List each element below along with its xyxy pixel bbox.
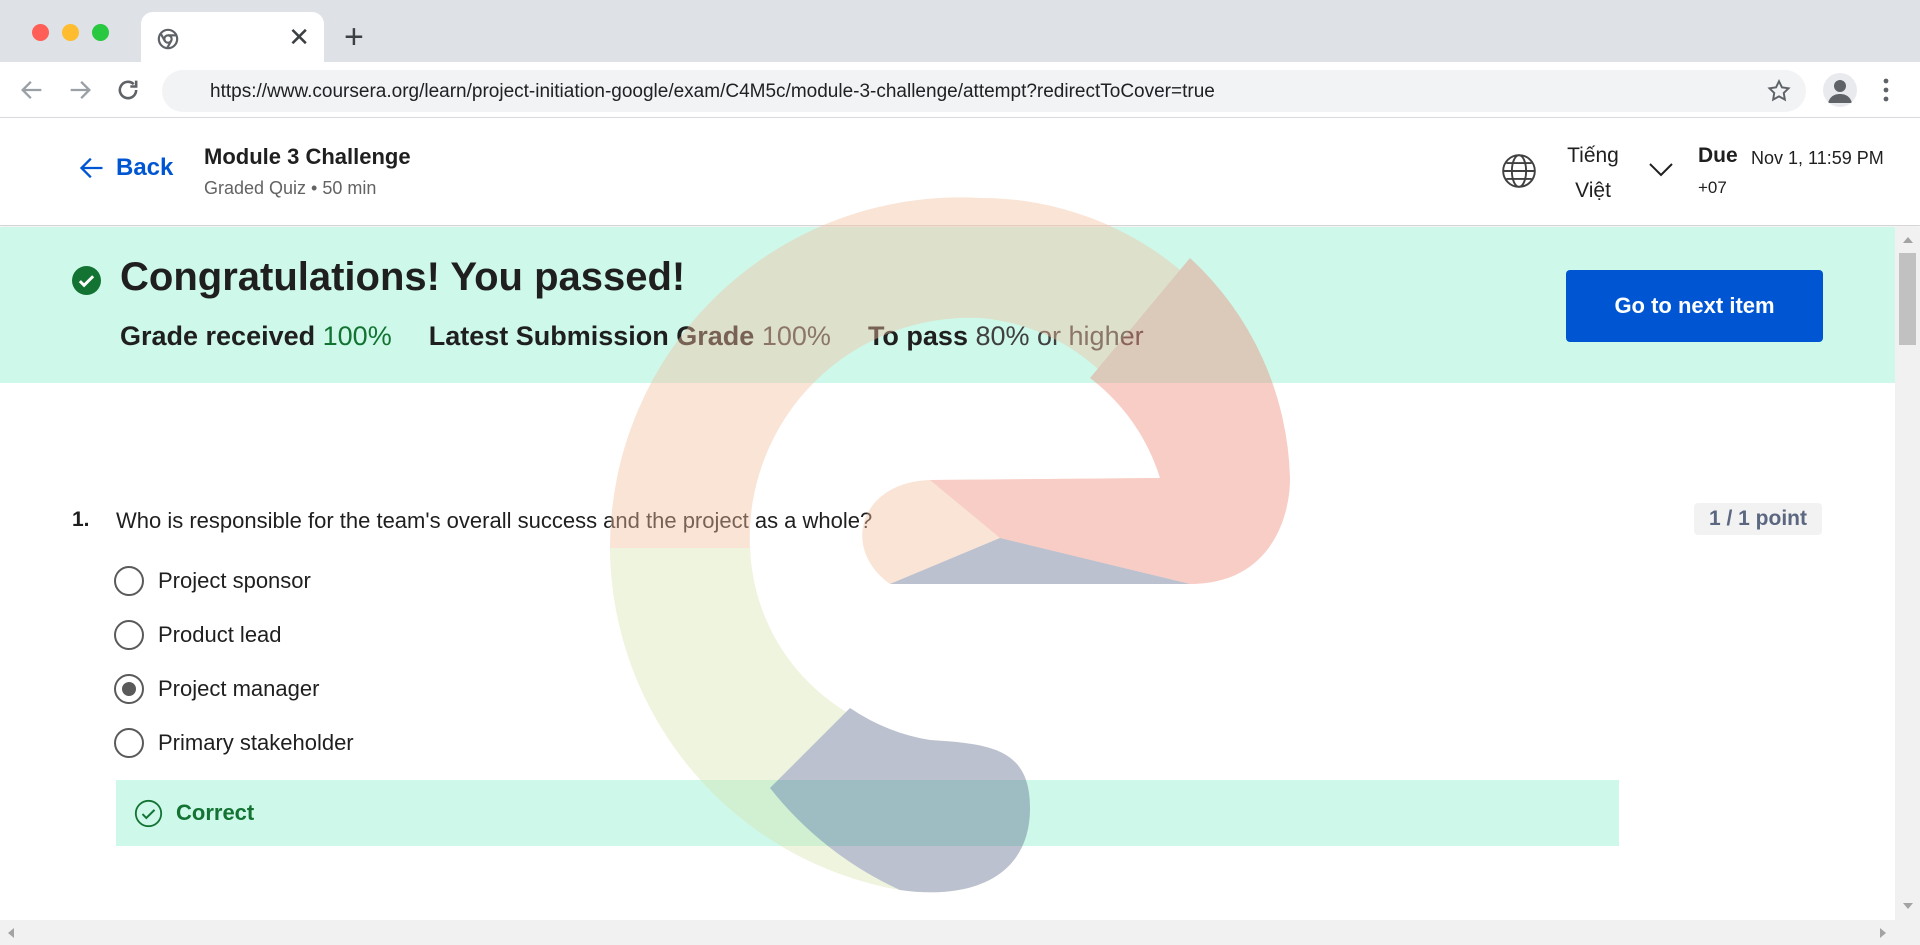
profile-avatar[interactable] [1823,73,1857,107]
forward-arrow-icon[interactable] [66,76,94,104]
language-line-1: Tiếng [1567,144,1619,167]
scroll-left-icon[interactable] [8,928,14,938]
browser-menu-icon[interactable] [1876,76,1896,104]
grade-received-label: Grade received [120,321,316,351]
due-label: Due [1698,144,1738,167]
latest-grade-label: Latest Submission Grade [428,321,755,351]
option-label: Project sponsor [158,568,311,593]
quiz-header: Back Module 3 Challenge Graded Quiz • 50… [0,118,1920,226]
language-line-2: Việt [1575,179,1611,202]
scroll-thumb[interactable] [1899,253,1916,345]
option-project-manager[interactable]: Project manager [114,674,319,704]
tab-close-icon[interactable]: ✕ [288,24,310,50]
window-minimize-button[interactable] [62,24,79,41]
question-number: 1. [72,508,90,531]
address-bar[interactable]: https://www.coursera.org/learn/project-i… [162,70,1806,112]
option-project-sponsor[interactable]: Project sponsor [114,566,311,596]
back-label: Back [116,154,174,181]
language-selector[interactable]: Tiếng Việt [1560,138,1626,208]
radio-button[interactable] [114,566,144,596]
browser-tab-bar: ✕ + [0,0,1920,62]
window-maximize-button[interactable] [92,24,109,41]
module-subtitle: Graded Quiz • 50 min [204,178,377,198]
scroll-down-icon[interactable] [1903,903,1913,909]
arrow-left-icon [79,157,103,179]
to-pass-value: 80% or higher [975,321,1144,351]
chevron-down-icon[interactable] [1648,162,1674,178]
vertical-scrollbar[interactable] [1895,227,1920,920]
option-primary-stakeholder[interactable]: Primary stakeholder [114,728,354,758]
option-product-lead[interactable]: Product lead [114,620,282,650]
feedback-text: Correct [176,800,255,825]
back-arrow-icon[interactable] [18,76,46,104]
points-badge: 1 / 1 point [1694,503,1822,535]
scroll-right-icon[interactable] [1880,928,1886,938]
back-link[interactable]: Back [78,154,173,182]
option-label: Product lead [158,622,282,647]
browser-tab[interactable]: ✕ [141,12,324,62]
chrome-icon [157,28,179,50]
module-title: Module 3 Challenge [204,144,411,169]
bookmark-star-icon[interactable] [1766,78,1792,104]
person-icon [1828,80,1852,103]
question-text: Who is responsible for the team's overal… [116,508,873,533]
grade-received-value: 100% [322,321,392,351]
url-text[interactable]: https://www.coursera.org/learn/project-i… [210,81,1215,103]
grade-summary: Grade received 100% Latest Submission Gr… [120,321,1144,352]
radio-button-selected[interactable] [114,674,144,704]
option-label: Primary stakeholder [158,730,354,755]
browser-nav-bar: https://www.coursera.org/learn/project-i… [0,62,1920,118]
new-tab-button[interactable]: + [344,20,364,54]
latest-grade-value: 100% [761,321,831,351]
radio-button[interactable] [114,620,144,650]
radio-button[interactable] [114,728,144,758]
option-label: Project manager [158,676,320,701]
window-close-button[interactable] [32,24,49,41]
check-outline-icon [134,799,163,828]
scroll-up-icon[interactable] [1903,237,1913,243]
globe-icon[interactable] [1500,152,1538,190]
to-pass-label: To pass [867,321,968,351]
due-date: Nov 1, 11:59 PM [1751,148,1884,168]
pass-title: Congratulations! You passed! [120,255,686,299]
horizontal-scrollbar[interactable] [0,920,1920,945]
feedback-box: Correct [116,780,1619,846]
pass-banner: Congratulations! You passed! Grade recei… [0,227,1895,383]
due-timezone: +07 [1698,178,1727,197]
reload-icon[interactable] [114,76,142,104]
go-to-next-item-button[interactable]: Go to next item [1566,270,1823,342]
check-circle-icon [72,266,101,295]
